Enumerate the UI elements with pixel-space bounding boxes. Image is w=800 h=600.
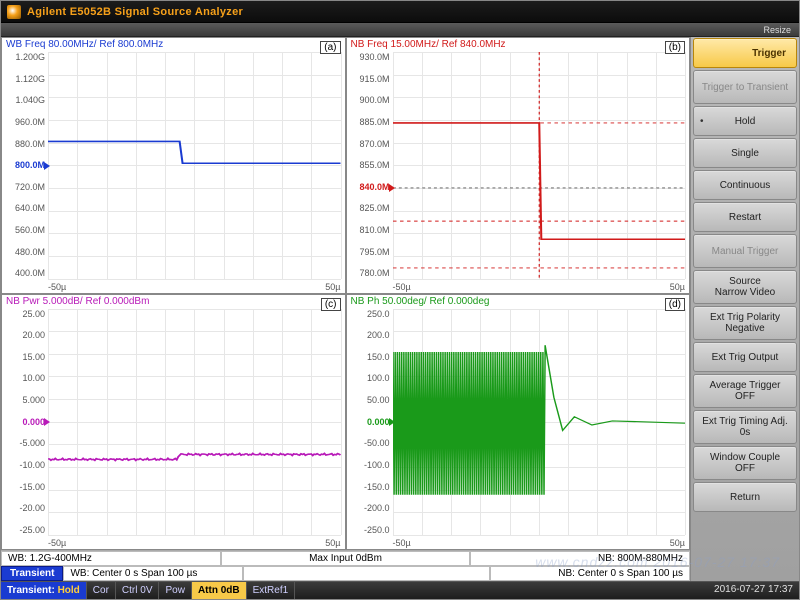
y-axis-labels-b: 930.0M915.0M900.0M885.0M870.0M855.0M840.… bbox=[347, 52, 393, 279]
menu-single[interactable]: Single bbox=[693, 138, 797, 168]
nb-range: NB: 800M-880MHz bbox=[470, 551, 690, 566]
menu-manual-trigger[interactable]: Manual Trigger bbox=[693, 234, 797, 268]
plot-area: WB Freq 80.00MHz/ Ref 800.0MHz (a) 1.200G1… bbox=[1, 37, 691, 581]
status-segments: CorCtrl 0VPowAttn 0dBExtRef1 bbox=[87, 582, 295, 599]
max-input: Max Input 0dBm bbox=[221, 551, 470, 566]
info-bar-2: Transient WB: Center 0 s Span 100 µs NB:… bbox=[1, 566, 690, 581]
menu-restart[interactable]: Restart bbox=[693, 202, 797, 232]
ref-marker-c bbox=[44, 418, 50, 426]
menu-ext-trig-timing-adj[interactable]: Ext Trig Timing Adj.0s bbox=[693, 410, 797, 444]
status-pow: Pow bbox=[159, 582, 191, 599]
plot-header-b: NB Freq 15.00MHz/ Ref 840.0MHz bbox=[347, 38, 510, 51]
plots-grid: WB Freq 80.00MHz/ Ref 800.0MHz (a) 1.200G1… bbox=[1, 37, 690, 550]
status-transient: Transient: Hold bbox=[1, 582, 87, 599]
info-bar-spacer bbox=[243, 566, 490, 581]
plot-header-d: NB Ph 50.00deg/ Ref 0.000deg bbox=[347, 295, 494, 308]
main-row: WB Freq 80.00MHz/ Ref 800.0MHz (a) 1.200G1… bbox=[1, 37, 799, 581]
x-axis-labels-a: -50µ50µ bbox=[48, 282, 341, 292]
plot-corner-b: (b) bbox=[665, 41, 685, 54]
y-axis-labels-c: 25.0020.0015.0010.005.0000.000-5.000-10.… bbox=[2, 309, 48, 536]
status-extref1: ExtRef1 bbox=[247, 582, 296, 599]
menu-trigger-to-transient[interactable]: Trigger to Transient bbox=[693, 70, 797, 104]
info-bar-1: WB: 1.2G-400MHz Max Input 0dBm NB: 800M-… bbox=[1, 550, 690, 566]
ref-marker-a bbox=[44, 162, 50, 170]
status-attn-0db: Attn 0dB bbox=[192, 582, 247, 599]
plot-corner-c: (c) bbox=[321, 298, 341, 311]
menu-trigger[interactable]: Trigger bbox=[693, 38, 797, 68]
transient-badge[interactable]: Transient bbox=[1, 566, 63, 581]
x-axis-labels-b: -50µ50µ bbox=[393, 282, 686, 292]
menu-source[interactable]: SourceNarrow Video bbox=[693, 270, 797, 304]
status-bar: Transient: Hold CorCtrl 0VPowAttn 0dBExt… bbox=[1, 581, 799, 599]
plot-header-c: NB Pwr 5.000dB/ Ref 0.000dBm bbox=[2, 295, 153, 308]
y-axis-labels-a: 1.200G1.120G1.040G960.0M880.0M800.0M720.… bbox=[2, 52, 48, 279]
menu-hold[interactable]: Hold bbox=[693, 106, 797, 136]
ref-marker-d bbox=[389, 418, 395, 426]
resize-strip[interactable]: Resize bbox=[1, 23, 799, 37]
trace-a bbox=[48, 52, 341, 279]
menu-return[interactable]: Return bbox=[693, 482, 797, 512]
resize-label: Resize bbox=[763, 25, 791, 35]
status-ctrl-0v: Ctrl 0V bbox=[116, 582, 160, 599]
ref-marker-b bbox=[389, 184, 395, 192]
nb-center-span: NB: Center 0 s Span 100 µs bbox=[490, 566, 690, 581]
plot-d-nb-ph[interactable]: NB Ph 50.00deg/ Ref 0.000deg (d) 250.0200.… bbox=[346, 294, 691, 551]
menu-ext-trig-output[interactable]: Ext Trig Output bbox=[693, 342, 797, 372]
app-title: Agilent E5052B Signal Source Analyzer bbox=[27, 6, 243, 18]
wb-center-span: WB: Center 0 s Span 100 µs bbox=[63, 566, 243, 581]
app-window: Agilent E5052B Signal Source Analyzer Re… bbox=[0, 0, 800, 600]
status-cor: Cor bbox=[87, 582, 116, 599]
trace-d bbox=[393, 309, 686, 536]
menu-average-trigger[interactable]: Average TriggerOFF bbox=[693, 374, 797, 408]
status-clock: 2016-07-27 17:37 bbox=[708, 582, 799, 599]
wb-range: WB: 1.2G-400MHz bbox=[1, 551, 221, 566]
titlebar: Agilent E5052B Signal Source Analyzer bbox=[1, 1, 799, 23]
trace-b bbox=[393, 52, 686, 279]
plot-corner-a: (a) bbox=[320, 41, 340, 54]
menu-continuous[interactable]: Continuous bbox=[693, 170, 797, 200]
y-axis-labels-d: 250.0200.0150.0100.050.000.000-50.00-100… bbox=[347, 309, 393, 536]
x-axis-labels-d: -50µ50µ bbox=[393, 538, 686, 548]
side-menu: TriggerTrigger to TransientHoldSingleCon… bbox=[691, 37, 799, 581]
status-transient-label: Transient: bbox=[7, 585, 55, 596]
plot-corner-d: (d) bbox=[665, 298, 685, 311]
plot-c-nb-pwr[interactable]: NB Pwr 5.000dB/ Ref 0.000dBm (c) 25.0020.0… bbox=[1, 294, 346, 551]
plot-header-a: WB Freq 80.00MHz/ Ref 800.0MHz bbox=[2, 38, 167, 51]
x-axis-labels-c: -50µ50µ bbox=[48, 538, 341, 548]
plot-b-nb-freq[interactable]: NB Freq 15.00MHz/ Ref 840.0MHz (b) 930.0M9… bbox=[346, 37, 691, 294]
menu-ext-trig-polarity[interactable]: Ext Trig PolarityNegative bbox=[693, 306, 797, 340]
plot-a-wb-freq[interactable]: WB Freq 80.00MHz/ Ref 800.0MHz (a) 1.200G1… bbox=[1, 37, 346, 294]
menu-window-couple[interactable]: Window CoupleOFF bbox=[693, 446, 797, 480]
status-hold: Hold bbox=[58, 585, 80, 596]
trace-c bbox=[48, 309, 341, 536]
status-spacer bbox=[295, 582, 708, 599]
app-icon bbox=[7, 5, 21, 19]
